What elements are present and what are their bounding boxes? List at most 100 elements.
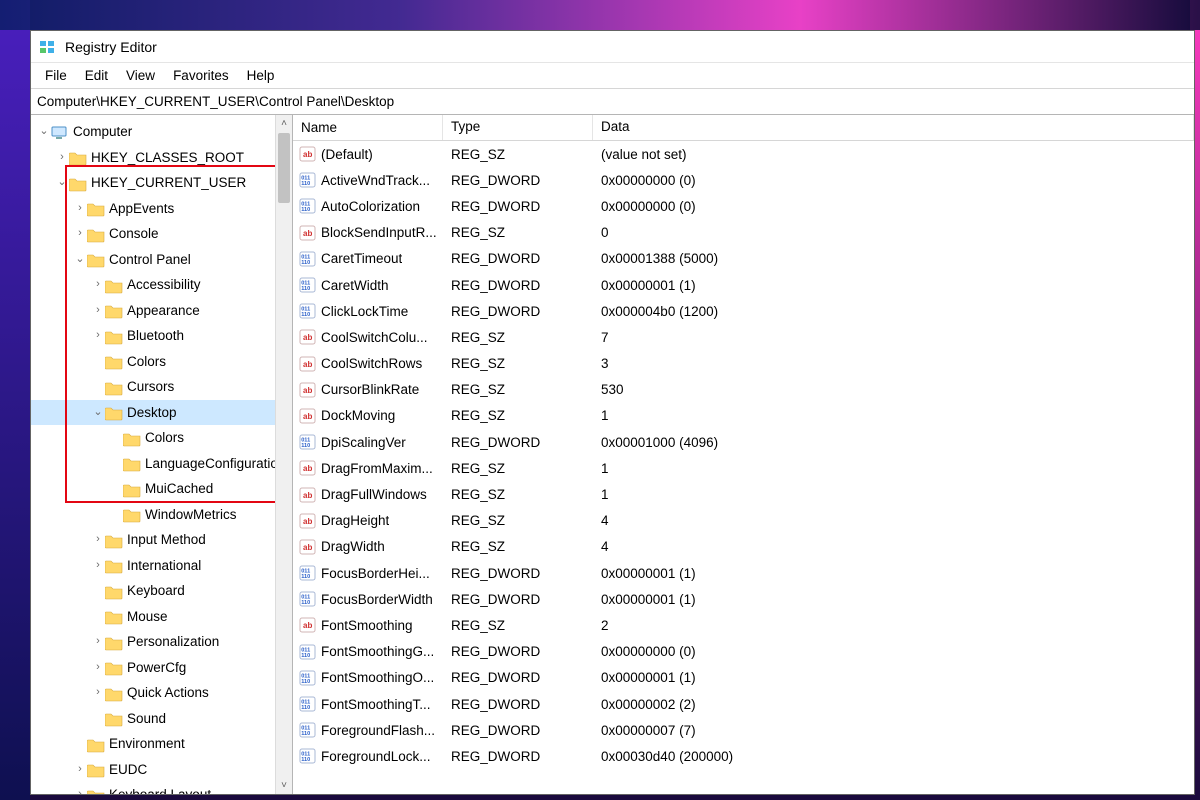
titlebar[interactable]: Registry Editor bbox=[31, 31, 1194, 63]
tree-node-powercfg[interactable]: PowerCfg bbox=[31, 655, 275, 681]
folder-icon bbox=[69, 175, 87, 191]
chevron-right-icon[interactable] bbox=[91, 635, 105, 649]
value-row[interactable]: ab DragFullWindowsREG_SZ1 bbox=[293, 481, 1194, 507]
menu-favorites[interactable]: Favorites bbox=[165, 65, 237, 86]
chevron-right-icon[interactable] bbox=[73, 762, 87, 776]
tree-node-computer[interactable]: Computer bbox=[31, 119, 275, 145]
tree-node-mouse[interactable]: Mouse bbox=[31, 604, 275, 630]
value-row[interactable]: ab CoolSwitchRowsREG_SZ3 bbox=[293, 351, 1194, 377]
folder-icon bbox=[87, 200, 105, 216]
tree-node-colors[interactable]: Colors bbox=[31, 425, 275, 451]
tree-node-bluetooth[interactable]: Bluetooth bbox=[31, 323, 275, 349]
chevron-right-icon[interactable] bbox=[91, 558, 105, 572]
tree-node-muicached[interactable]: MuiCached bbox=[31, 476, 275, 502]
list-header[interactable]: Name Type Data bbox=[293, 115, 1194, 141]
address-bar[interactable]: Computer\HKEY_CURRENT_USER\Control Panel… bbox=[31, 89, 1194, 115]
string-value-icon: ab bbox=[299, 329, 317, 345]
chevron-right-icon[interactable] bbox=[91, 303, 105, 317]
value-name: FocusBorderHei... bbox=[321, 566, 430, 581]
tree-node-input-method[interactable]: Input Method bbox=[31, 527, 275, 553]
tree-scrollbar[interactable]: ˄ ˅ bbox=[275, 115, 292, 794]
menu-help[interactable]: Help bbox=[239, 65, 283, 86]
chevron-right-icon[interactable] bbox=[91, 686, 105, 700]
tree-node-keyboard[interactable]: Keyboard bbox=[31, 578, 275, 604]
value-row[interactable]: 011110 FocusBorderWidthREG_DWORD0x000000… bbox=[293, 586, 1194, 612]
scroll-down-icon[interactable]: ˅ bbox=[276, 777, 292, 794]
column-data[interactable]: Data bbox=[593, 115, 1194, 140]
tree-node-environment[interactable]: Environment bbox=[31, 731, 275, 757]
value-row[interactable]: 011110 CaretWidthREG_DWORD0x00000001 (1) bbox=[293, 272, 1194, 298]
tree-node-appearance[interactable]: Appearance bbox=[31, 298, 275, 324]
tree-node-personalization[interactable]: Personalization bbox=[31, 629, 275, 655]
tree-label: International bbox=[127, 553, 205, 579]
value-row[interactable]: 011110 AutoColorizationREG_DWORD0x000000… bbox=[293, 193, 1194, 219]
svg-text:110: 110 bbox=[301, 312, 310, 318]
value-row[interactable]: ab DockMovingREG_SZ1 bbox=[293, 403, 1194, 429]
value-row[interactable]: 011110 ForegroundFlash...REG_DWORD0x0000… bbox=[293, 717, 1194, 743]
tree-node-languageconfiguration[interactable]: LanguageConfiguration bbox=[31, 451, 275, 477]
value-row[interactable]: ab DragWidthREG_SZ4 bbox=[293, 534, 1194, 560]
tree-node-control-panel[interactable]: Control Panel bbox=[31, 247, 275, 273]
tree-label: Colors bbox=[127, 349, 170, 375]
value-row[interactable]: ab FontSmoothingREG_SZ2 bbox=[293, 612, 1194, 638]
chevron-right-icon[interactable] bbox=[91, 329, 105, 343]
tree-node-desktop[interactable]: Desktop bbox=[31, 400, 275, 426]
chevron-down-icon[interactable] bbox=[55, 176, 69, 190]
value-row[interactable]: 011110 ClickLockTimeREG_DWORD0x000004b0 … bbox=[293, 298, 1194, 324]
column-type[interactable]: Type bbox=[443, 115, 593, 140]
tree-node-hkey-classes-root[interactable]: HKEY_CLASSES_ROOT bbox=[31, 145, 275, 171]
tree-node-console[interactable]: Console bbox=[31, 221, 275, 247]
folder-icon bbox=[105, 532, 123, 548]
chevron-right-icon[interactable] bbox=[91, 278, 105, 292]
chevron-down-icon[interactable] bbox=[91, 405, 105, 419]
value-row[interactable]: 011110 FocusBorderHei...REG_DWORD0x00000… bbox=[293, 560, 1194, 586]
tree-node-keyboard-layout[interactable]: Keyboard Layout bbox=[31, 782, 275, 794]
value-type: REG_SZ bbox=[443, 382, 593, 397]
value-name: ForegroundFlash... bbox=[321, 723, 435, 738]
chevron-right-icon[interactable] bbox=[73, 788, 87, 794]
value-row[interactable]: 011110 FontSmoothingO...REG_DWORD0x00000… bbox=[293, 665, 1194, 691]
value-row[interactable]: 011110 DpiScalingVerREG_DWORD0x00001000 … bbox=[293, 429, 1194, 455]
value-row[interactable]: ab CoolSwitchColu...REG_SZ7 bbox=[293, 324, 1194, 350]
value-row[interactable]: ab BlockSendInputR...REG_SZ0 bbox=[293, 220, 1194, 246]
chevron-right-icon[interactable] bbox=[73, 201, 87, 215]
chevron-down-icon[interactable] bbox=[37, 125, 51, 139]
tree-node-appevents[interactable]: AppEvents bbox=[31, 196, 275, 222]
value-row[interactable]: 011110 CaretTimeoutREG_DWORD0x00001388 (… bbox=[293, 246, 1194, 272]
tree-node-international[interactable]: International bbox=[31, 553, 275, 579]
value-row[interactable]: ab CursorBlinkRateREG_SZ530 bbox=[293, 377, 1194, 403]
value-row[interactable]: 011110 ActiveWndTrack...REG_DWORD0x00000… bbox=[293, 167, 1194, 193]
value-type: REG_DWORD bbox=[443, 304, 593, 319]
value-row[interactable]: 011110 FontSmoothingG...REG_DWORD0x00000… bbox=[293, 639, 1194, 665]
tree-node-colors[interactable]: Colors bbox=[31, 349, 275, 375]
window-title: Registry Editor bbox=[65, 39, 157, 55]
chevron-right-icon[interactable] bbox=[55, 150, 69, 164]
value-list[interactable]: ab (Default)REG_SZ(value not set) 011110… bbox=[293, 141, 1194, 794]
tree-node-windowmetrics[interactable]: WindowMetrics bbox=[31, 502, 275, 528]
tree-node-accessibility[interactable]: Accessibility bbox=[31, 272, 275, 298]
chevron-right-icon[interactable] bbox=[73, 227, 87, 241]
value-row[interactable]: ab (Default)REG_SZ(value not set) bbox=[293, 141, 1194, 167]
registry-tree[interactable]: Computer HKEY_CLASSES_ROOT HKEY_CURRENT_… bbox=[31, 115, 275, 794]
tree-node-hkey-current-user[interactable]: HKEY_CURRENT_USER bbox=[31, 170, 275, 196]
tree-node-cursors[interactable]: Cursors bbox=[31, 374, 275, 400]
value-data: 0x00000000 (0) bbox=[593, 199, 1194, 214]
tree-node-sound[interactable]: Sound bbox=[31, 706, 275, 732]
scroll-thumb[interactable] bbox=[278, 133, 290, 203]
value-row[interactable]: 011110 FontSmoothingT...REG_DWORD0x00000… bbox=[293, 691, 1194, 717]
column-name[interactable]: Name bbox=[293, 115, 443, 140]
menu-edit[interactable]: Edit bbox=[77, 65, 116, 86]
scroll-up-icon[interactable]: ˄ bbox=[276, 115, 292, 132]
tree-spacer-icon bbox=[109, 431, 123, 445]
value-row[interactable]: 011110 ForegroundLock...REG_DWORD0x00030… bbox=[293, 743, 1194, 769]
tree-node-eudc[interactable]: EUDC bbox=[31, 757, 275, 783]
chevron-right-icon[interactable] bbox=[91, 533, 105, 547]
menu-view[interactable]: View bbox=[118, 65, 163, 86]
menu-file[interactable]: File bbox=[37, 65, 75, 86]
tree-node-quick-actions[interactable]: Quick Actions bbox=[31, 680, 275, 706]
folder-icon bbox=[105, 302, 123, 318]
value-row[interactable]: ab DragFromMaxim...REG_SZ1 bbox=[293, 455, 1194, 481]
chevron-right-icon[interactable] bbox=[91, 660, 105, 674]
value-row[interactable]: ab DragHeightREG_SZ4 bbox=[293, 508, 1194, 534]
chevron-down-icon[interactable] bbox=[73, 252, 87, 266]
